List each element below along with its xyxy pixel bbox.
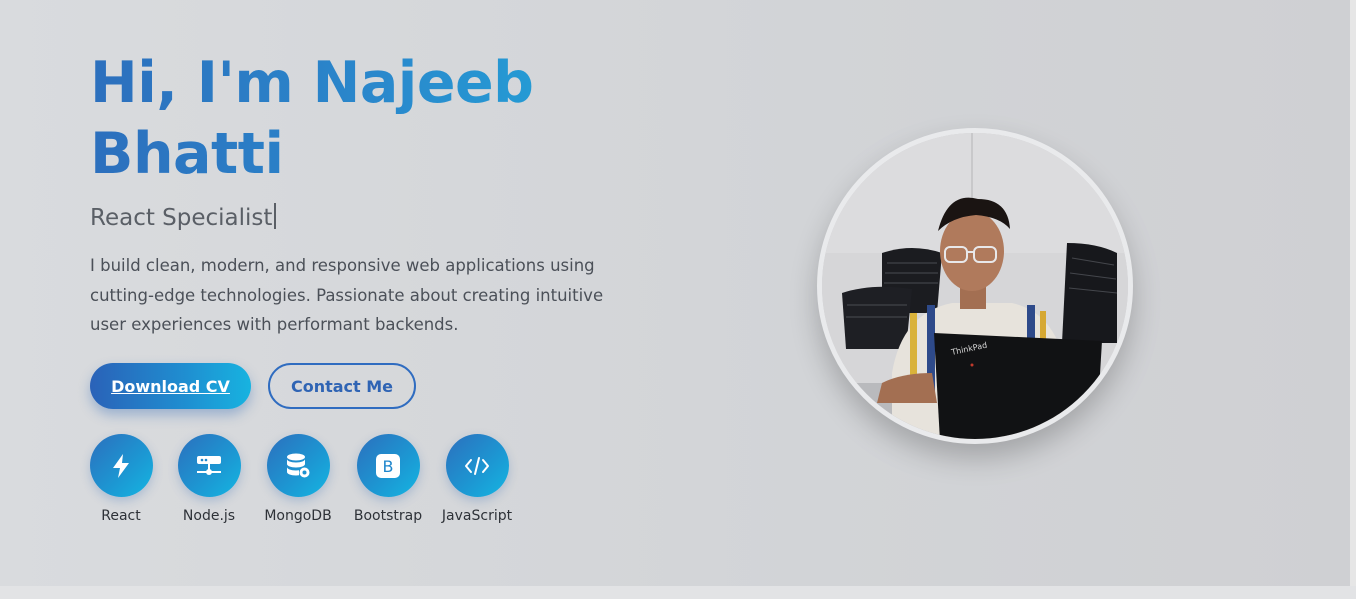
skill-label: React: [101, 508, 141, 524]
profile-photo: ThinkPad: [817, 128, 1133, 444]
title-line-1: Hi, I'm Najeeb: [90, 50, 534, 116]
code-icon: [445, 434, 509, 497]
skill-item-nodejs: Node.js: [164, 434, 254, 524]
skill-label: Node.js: [182, 508, 236, 524]
skill-item-mongodb: MongoDB: [253, 434, 343, 524]
download-cv-button[interactable]: Download CV: [90, 363, 251, 409]
skill-label: MongoDB: [264, 508, 332, 524]
lightning-icon: [89, 434, 153, 497]
bio-text: I build clean, modern, and responsive we…: [90, 256, 604, 334]
bootstrap-icon: B: [356, 434, 420, 497]
role-text: React Specialist: [90, 205, 273, 231]
role-subtitle: React Specialist: [90, 203, 277, 231]
skill-label: Bootstrap: [353, 508, 423, 524]
hero-section: Hi, I'm Najeeb Bhatti React Specialist I…: [0, 0, 1350, 586]
title-line-2: Bhatti: [90, 121, 284, 187]
page-title: Hi, I'm Najeeb Bhatti: [90, 48, 610, 190]
contact-me-button[interactable]: Contact Me: [268, 363, 416, 409]
server-icon: [177, 434, 241, 497]
skill-item-javascript: JavaScript: [432, 434, 522, 524]
skill-item-bootstrap: B Bootstrap: [343, 434, 433, 524]
skill-item-react: React: [76, 434, 166, 524]
next-section-edge: [0, 586, 1356, 599]
database-gear-icon: [266, 434, 330, 497]
svg-text:B: B: [383, 457, 394, 476]
scrollbar-track[interactable]: [1350, 0, 1356, 586]
typing-caret: [274, 203, 277, 229]
skill-label: JavaScript: [441, 508, 513, 524]
